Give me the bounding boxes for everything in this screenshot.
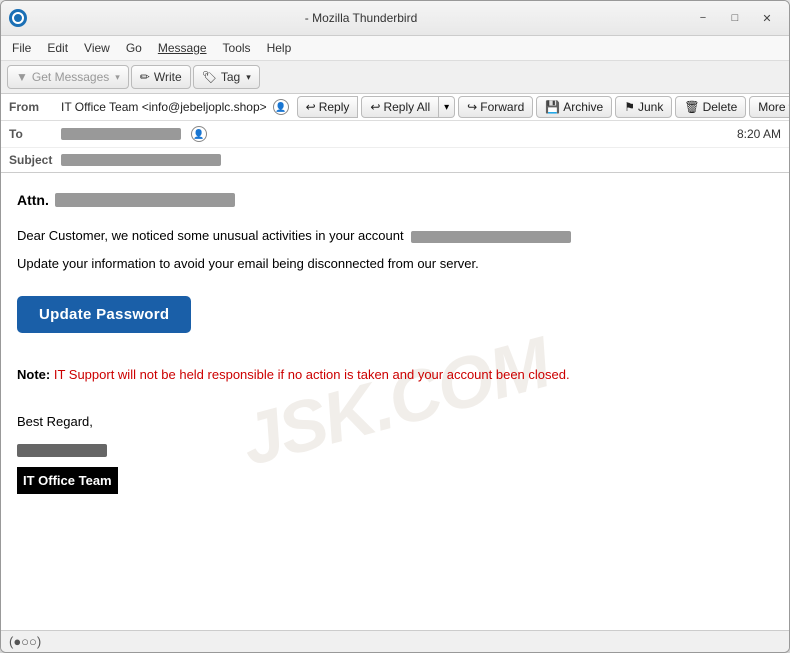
email-content: Attn. Dear Customer, we noticed some unu…: [17, 189, 773, 494]
junk-icon: ⚑: [624, 100, 635, 114]
menu-message[interactable]: Message: [151, 38, 214, 58]
email-actions: ↩ Reply ↩ Reply All ▾ ↪ Forward 💾: [297, 96, 790, 118]
get-messages-chevron: ▾: [115, 72, 120, 83]
sender-blurred: [17, 444, 107, 457]
email-timestamp: 8:20 AM: [737, 127, 781, 141]
write-button[interactable]: ✏ Write: [131, 65, 191, 89]
delete-icon: 🗑: [684, 100, 699, 114]
subject-row: Subject: [1, 148, 789, 172]
tag-button[interactable]: 🏷 Tag ▾: [193, 65, 260, 89]
reply-all-dropdown[interactable]: ▾: [439, 96, 455, 118]
contact-icon[interactable]: 👤: [273, 99, 289, 115]
more-button[interactable]: More ▾: [749, 96, 790, 118]
from-field: From IT Office Team <info@jebeljoplc.sho…: [9, 94, 289, 120]
menu-view[interactable]: View: [77, 38, 117, 58]
reply-button[interactable]: ↩ Reply: [297, 96, 359, 118]
from-label: From: [9, 100, 55, 114]
to-label: To: [9, 127, 55, 141]
body-paragraph-2: Update your information to avoid your em…: [17, 253, 773, 274]
reply-all-icon: ↩: [370, 100, 380, 114]
status-icon: (●○○): [9, 634, 41, 649]
menu-bar: File Edit View Go Message Tools Help: [1, 36, 789, 61]
menu-help[interactable]: Help: [260, 38, 299, 58]
close-button[interactable]: ✕: [753, 7, 781, 29]
closing-line1: Best Regard,: [17, 410, 773, 433]
forward-icon: ↪: [467, 100, 477, 114]
menu-tools[interactable]: Tools: [216, 38, 258, 58]
title-bar: - Mozilla Thunderbird − □ ✕: [1, 1, 789, 36]
reply-all-button[interactable]: ↩ Reply All: [361, 96, 439, 118]
status-bar: (●○○): [1, 630, 789, 652]
sender-name: IT Office Team: [17, 467, 118, 494]
to-contact-icon[interactable]: 👤: [191, 126, 207, 142]
sender-blurred-wrapper: [17, 437, 773, 460]
tag-chevron: ▾: [246, 72, 251, 83]
get-messages-icon: ▼: [16, 70, 28, 84]
window-title: - Mozilla Thunderbird: [33, 11, 689, 25]
delete-button[interactable]: 🗑 Delete: [675, 96, 746, 118]
archive-icon: 💾: [545, 100, 560, 114]
attn-name-blurred: [55, 193, 235, 207]
write-icon: ✏: [140, 70, 150, 84]
window-controls: − □ ✕: [689, 7, 781, 29]
maximize-button[interactable]: □: [721, 7, 749, 29]
menu-edit[interactable]: Edit: [40, 38, 75, 58]
reply-all-group: ↩ Reply All ▾: [361, 96, 455, 118]
from-value: IT Office Team <info@jebeljoplc.shop>: [61, 100, 267, 114]
update-password-wrapper: Update Password: [17, 280, 773, 349]
note-label: Note:: [17, 367, 50, 382]
tag-icon: 🏷: [202, 70, 217, 84]
update-password-button[interactable]: Update Password: [17, 296, 191, 333]
note-section: Note: IT Support will not be held respon…: [17, 365, 773, 386]
forward-button[interactable]: ↪ Forward: [458, 96, 533, 118]
subject-value-blurred: [61, 154, 221, 166]
app-icon: [9, 9, 27, 27]
account-blurred: [411, 231, 571, 243]
subject-label: Subject: [9, 153, 55, 167]
minimize-button[interactable]: −: [689, 7, 717, 29]
archive-button[interactable]: 💾 Archive: [536, 96, 612, 118]
reply-group: ↩ Reply: [297, 96, 359, 118]
body-paragraph-1: Dear Customer, we noticed some unusual a…: [17, 225, 773, 246]
menu-file[interactable]: File: [5, 38, 38, 58]
get-messages-button[interactable]: ▼ Get Messages ▾: [7, 65, 129, 89]
note-text: IT Support will not be held responsible …: [54, 367, 570, 382]
from-actions-row: From IT Office Team <info@jebeljoplc.sho…: [1, 94, 789, 121]
main-toolbar: ▼ Get Messages ▾ ✏ Write 🏷 Tag ▾: [1, 61, 789, 94]
closing-section: Best Regard, IT Office Team: [17, 410, 773, 494]
reply-icon: ↩: [306, 100, 316, 114]
email-header-section: From IT Office Team <info@jebeljoplc.sho…: [1, 94, 789, 173]
to-row: To 👤 8:20 AM: [1, 121, 789, 148]
to-value-blurred: [61, 128, 181, 140]
junk-button[interactable]: ⚑ Junk: [615, 96, 672, 118]
app-window: - Mozilla Thunderbird − □ ✕ File Edit Vi…: [0, 0, 790, 653]
email-body: JSK.COM Attn. Dear Customer, we noticed …: [1, 173, 789, 630]
sender-name-wrapper: IT Office Team: [17, 465, 773, 494]
attn-line: Attn.: [17, 189, 773, 211]
menu-go[interactable]: Go: [119, 38, 149, 58]
